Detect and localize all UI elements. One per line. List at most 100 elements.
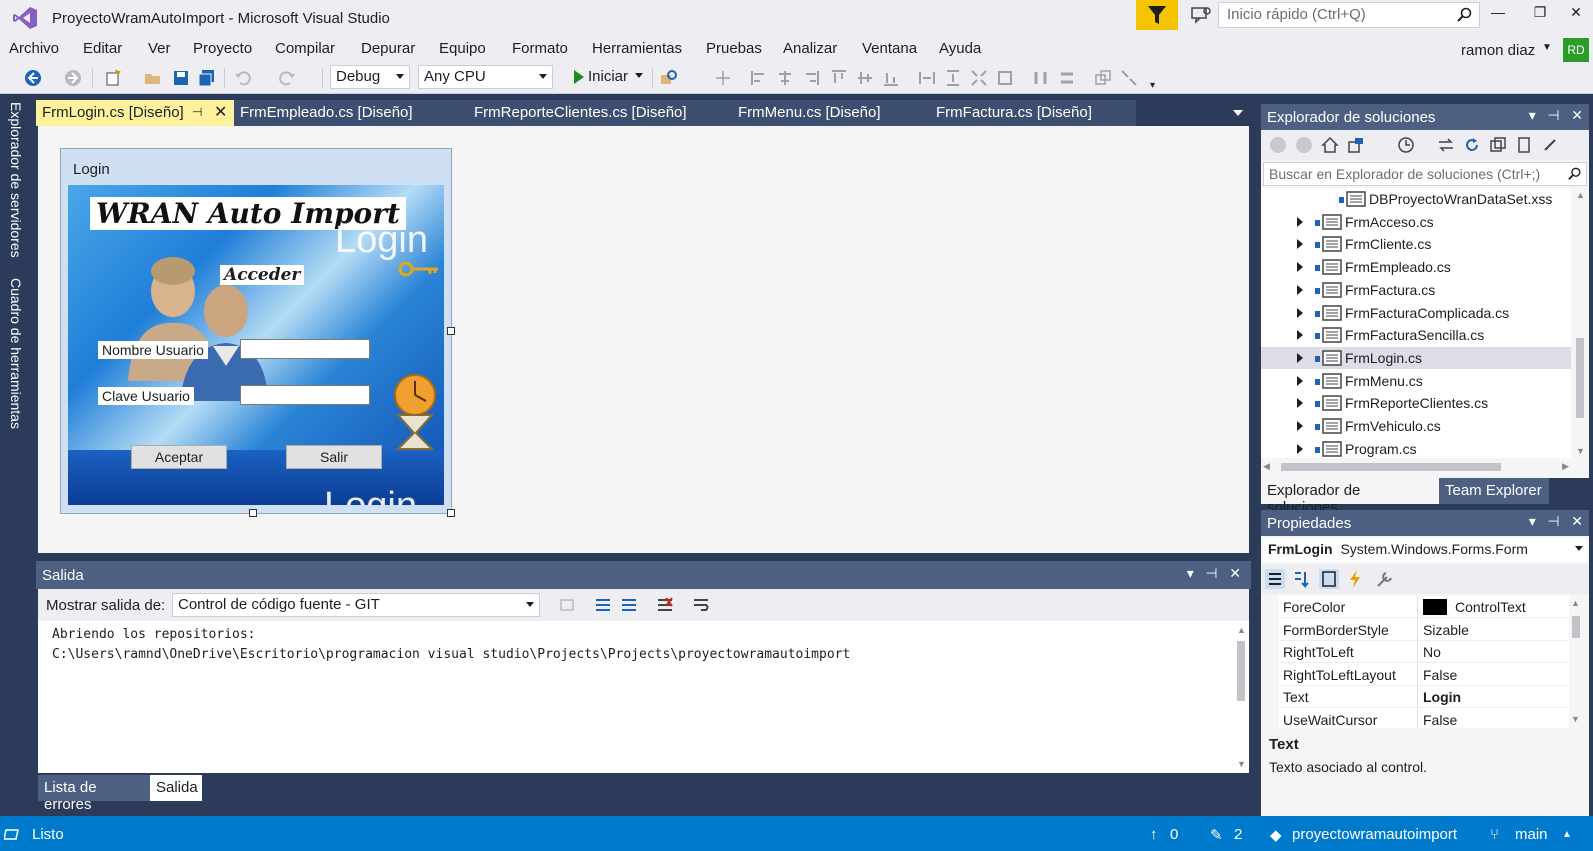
solution-tree-vscroll[interactable]: ▲ ▼ (1571, 188, 1589, 458)
expand-arrow-icon[interactable] (1297, 330, 1303, 341)
solution-tree-hscroll[interactable]: ◀ ▶ (1261, 458, 1571, 476)
menu-ventana[interactable]: Ventana (862, 40, 917, 57)
vertical-spacing-icon[interactable] (1058, 69, 1076, 87)
scroll-up-icon[interactable]: ▲ (1576, 190, 1585, 200)
menu-ver[interactable]: Ver (148, 40, 171, 57)
expand-arrow-icon[interactable] (1297, 307, 1303, 318)
maximize-button[interactable]: ❐ (1520, 4, 1560, 26)
tab-frmreporteclientes-design[interactable]: FrmReporteClientes.cs [Diseño] (468, 100, 732, 126)
solution-tree-item[interactable]: FrmFacturaComplicada.cs (1261, 302, 1571, 324)
scroll-up-icon[interactable]: ▲ (1571, 598, 1580, 608)
solution-tree-item[interactable]: FrmFacturaSencilla.cs (1261, 324, 1571, 346)
events-lightning-icon[interactable] (1345, 569, 1365, 589)
pending-changes-filter-icon[interactable] (1397, 136, 1415, 154)
menu-compilar[interactable]: Compilar (275, 40, 335, 57)
output-text[interactable]: Abriendo los repositorios: C:\Users\ramnd… (38, 621, 1249, 773)
repository-name[interactable]: proyectowramautoimport (1292, 826, 1457, 843)
find-in-files-icon[interactable] (660, 69, 678, 87)
solution-tree-item[interactable]: FrmVehiculo.cs (1261, 415, 1571, 437)
expand-arrow-icon[interactable] (1297, 421, 1303, 431)
scroll-down-icon[interactable]: ▼ (1571, 714, 1580, 724)
property-value[interactable]: False (1423, 712, 1457, 728)
menu-pruebas[interactable]: Pruebas (706, 40, 762, 57)
solution-configuration-select[interactable]: Debug (330, 65, 410, 89)
user-name[interactable]: ramon diaz (1461, 42, 1535, 59)
undo-icon[interactable] (234, 69, 252, 87)
unpublished-commits-icon[interactable]: ↑ (1150, 826, 1158, 843)
property-row[interactable]: FormBorderStyle Sizable (1279, 618, 1569, 641)
branch-name[interactable]: main (1515, 826, 1548, 843)
quick-launch-input[interactable]: Inicio rápido (Ctrl+Q) (1218, 2, 1480, 28)
panel-window-controls[interactable]: ▾ ⊣ ✕ (1529, 107, 1583, 124)
property-value[interactable]: ControlText (1455, 599, 1526, 615)
next-message-icon[interactable] (620, 596, 638, 614)
make-same-width-icon[interactable] (918, 69, 936, 87)
start-button[interactable]: Iniciar (588, 68, 628, 85)
switch-views-icon[interactable] (1347, 136, 1365, 154)
back-icon[interactable] (24, 69, 42, 87)
login-form-preview[interactable]: Login WRAN Auto Import Login Login Acced… (60, 148, 452, 514)
output-source-select[interactable]: Control de código fuente - GIT (172, 593, 540, 617)
property-row[interactable]: RightToLeft No (1279, 641, 1569, 664)
forward-icon[interactable] (1295, 136, 1313, 154)
redo-icon[interactable] (278, 69, 296, 87)
solution-tree-item[interactable]: FrmAcceso.cs (1261, 211, 1571, 233)
tab-frmlogin-design[interactable]: FrmLogin.cs [Diseño] ⊣ ✕ (36, 100, 234, 126)
scroll-down-icon[interactable]: ▼ (1576, 446, 1585, 456)
menu-archivo[interactable]: Archivo (9, 40, 59, 57)
scrollbar-thumb[interactable] (1237, 641, 1245, 701)
scroll-left-icon[interactable]: ◀ (1263, 461, 1270, 472)
tab-frmempleado-design[interactable]: FrmEmpleado.cs [Diseño] (234, 100, 468, 126)
forward-icon[interactable] (64, 69, 82, 87)
expand-arrow-icon[interactable] (1297, 375, 1303, 386)
scrollbar-thumb[interactable] (1576, 338, 1584, 418)
avatar[interactable]: RD (1563, 38, 1589, 62)
solution-tree-item[interactable]: FrmLogin.cs (1261, 346, 1571, 369)
object-selector[interactable]: FrmLogin System.Windows.Forms.Form (1263, 538, 1587, 562)
menu-depurar[interactable]: Depurar (361, 40, 415, 57)
notification-filter-button[interactable] (1136, 0, 1178, 30)
clear-all-icon[interactable] (656, 596, 674, 614)
unpublished-count[interactable]: 0 (1170, 826, 1178, 843)
form-designer-surface[interactable]: Login WRAN Auto Import Login Login Acced… (38, 126, 1249, 553)
close-window-button[interactable]: ✕ (1556, 4, 1593, 26)
exit-button[interactable]: Salir (286, 445, 382, 469)
toolbar-overflow-icon[interactable]: ▾ (1150, 80, 1155, 91)
property-value[interactable]: Sizable (1423, 622, 1469, 638)
menu-herramientas[interactable]: Herramientas (592, 40, 682, 57)
output-window-icon[interactable] (4, 827, 20, 841)
solution-tree-item[interactable]: DBProyectoWranDataSet.xss (1261, 188, 1571, 210)
save-all-icon[interactable] (198, 69, 216, 87)
align-to-grid-icon[interactable] (714, 69, 732, 87)
make-same-size-icon[interactable] (996, 69, 1014, 87)
property-value[interactable]: False (1423, 667, 1457, 683)
solution-tree-item[interactable]: Program.cs (1261, 438, 1571, 458)
minimize-button[interactable]: — (1478, 4, 1518, 26)
collapse-all-icon[interactable] (1489, 136, 1507, 154)
find-message-icon[interactable] (558, 596, 576, 614)
show-all-files-icon[interactable] (1515, 136, 1533, 154)
property-row[interactable]: RightToLeftLayout False (1279, 663, 1569, 686)
resize-handle-corner[interactable] (447, 509, 455, 517)
new-project-icon[interactable] (104, 69, 122, 87)
feedback-icon[interactable] (1190, 5, 1212, 25)
alphabetical-icon[interactable] (1291, 569, 1311, 589)
tab-solution-explorer[interactable]: Explorador de soluciones (1261, 478, 1439, 516)
send-to-back-icon[interactable] (1120, 69, 1138, 87)
solution-tree-item[interactable]: FrmReporteClientes.cs (1261, 392, 1571, 414)
property-pages-wrench-icon[interactable] (1375, 569, 1395, 589)
solution-tree-item[interactable]: FrmFactura.cs (1261, 279, 1571, 301)
word-wrap-icon[interactable] (692, 596, 710, 614)
solution-tree-item[interactable]: FrmEmpleado.cs (1261, 256, 1571, 278)
align-centers-icon[interactable] (776, 69, 794, 87)
property-row[interactable]: ForeColor ControlText (1279, 596, 1569, 618)
menu-formato[interactable]: Formato (512, 40, 568, 57)
expand-arrow-icon[interactable] (1297, 262, 1303, 273)
tab-frmfactura-design[interactable]: FrmFactura.cs [Diseño] (930, 100, 1136, 126)
property-value[interactable]: Login (1423, 689, 1461, 705)
close-tab-icon[interactable]: ✕ (214, 102, 227, 122)
play-icon[interactable] (574, 70, 584, 84)
expand-arrow-icon[interactable] (1297, 239, 1303, 250)
scroll-right-icon[interactable]: ▶ (1562, 461, 1569, 472)
refresh-icon[interactable] (1463, 136, 1481, 154)
